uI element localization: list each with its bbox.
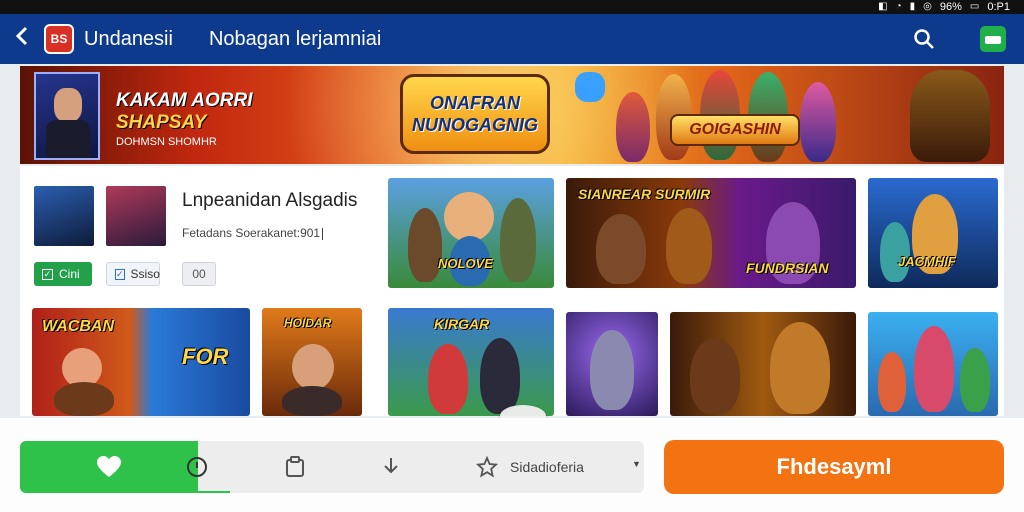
search-button[interactable] <box>908 23 940 55</box>
chat-button[interactable] <box>980 26 1006 52</box>
featured-meta: Fetadans Soerakanet:901 <box>182 226 324 240</box>
banner-caption: DOHMSN SHOMHR <box>116 136 217 148</box>
game-tile[interactable]: WACBAN FOR <box>32 308 250 416</box>
check-icon: ✓ <box>115 268 125 280</box>
banner-subheadline: SHAPSAY <box>116 112 207 133</box>
download-tab[interactable] <box>374 441 408 493</box>
battery-icon: ▭ <box>969 1 980 12</box>
heart-icon <box>97 456 121 477</box>
game-tile[interactable]: KIRGAR <box>388 308 554 416</box>
top-app-bar: BS Undanesii Nobagan lerjamniai <box>0 14 1024 64</box>
banner-badge: GOIGASHIN <box>670 114 800 146</box>
back-arrow-icon <box>15 26 28 46</box>
primary-action-button[interactable]: Fhdesayml <box>664 440 1004 494</box>
game-tile[interactable] <box>670 312 856 416</box>
clipboard-icon <box>286 456 304 477</box>
featured-thumbnail[interactable] <box>106 186 166 246</box>
check-icon: ✓ <box>42 268 53 280</box>
download-icon <box>384 458 398 474</box>
timer-icon <box>187 457 207 477</box>
app-logo: BS <box>44 24 74 54</box>
category-dropdown-label[interactable]: Sidadioferia <box>510 441 584 493</box>
segmented-control: Sidadioferia ▼ <box>20 441 644 493</box>
count-badge[interactable]: 00 <box>182 262 216 286</box>
search-icon <box>914 29 934 49</box>
promo-banner[interactable]: KAKAM AORRI SHAPSAY DOHMSN SHOMHR ONAFRA… <box>20 66 1004 164</box>
clipboard-tab[interactable] <box>278 441 312 493</box>
featured-thumbnail[interactable] <box>34 186 94 246</box>
section-title: Nobagan lerjamniai <box>208 27 382 50</box>
banner-warrior <box>910 70 990 162</box>
game-tile[interactable]: SIANREAR SURMIR FUNDRSIAN <box>566 178 856 288</box>
star-tab[interactable] <box>470 441 504 493</box>
banner-character <box>616 92 650 162</box>
game-tile[interactable]: JACMHIF <box>868 178 998 288</box>
notification-icon: ◧ <box>878 1 888 12</box>
banner-portrait <box>34 72 100 160</box>
battery-percentage: 96% <box>939 1 962 13</box>
wifi-icon: ◔ <box>895 1 902 12</box>
banner-game-logo: ONAFRAN NUNOGAGNIG <box>400 74 550 154</box>
bottom-action-bar: Sidadioferia ▼ Fhdesayml <box>0 418 1024 512</box>
clock: 0:P1 <box>987 1 1010 13</box>
game-tile[interactable] <box>566 312 658 416</box>
favorite-tab[interactable] <box>20 441 198 493</box>
chevron-down-icon[interactable]: ▼ <box>632 459 641 469</box>
star-icon <box>476 456 498 478</box>
timer-tab[interactable] <box>180 441 214 493</box>
blue-tag-button[interactable]: ✓ Ssiso <box>106 262 160 286</box>
alarm-icon: ◎ <box>923 1 932 12</box>
green-tag-button[interactable]: ✓ Cini <box>34 262 92 286</box>
game-tile[interactable]: HOIDAR <box>262 308 362 416</box>
banner-gem <box>575 72 605 102</box>
status-bar: ◧ ◔ ▮ ◎ 96% ▭ 0:P1 <box>0 0 1024 14</box>
game-tile[interactable]: NOLOVE <box>388 178 554 288</box>
games-panel: Lnpeanidan Alsgadis Fetadans Soerakanet:… <box>20 166 1004 416</box>
signal-icon: ▮ <box>909 1 916 12</box>
back-button[interactable] <box>0 14 44 64</box>
game-tile[interactable] <box>868 312 998 416</box>
banner-headline: KAKAM AORRI <box>116 90 253 111</box>
app-title: Undanesii <box>84 27 173 50</box>
featured-title: Lnpeanidan Alsgadis <box>182 190 358 211</box>
banner-character <box>800 82 836 162</box>
